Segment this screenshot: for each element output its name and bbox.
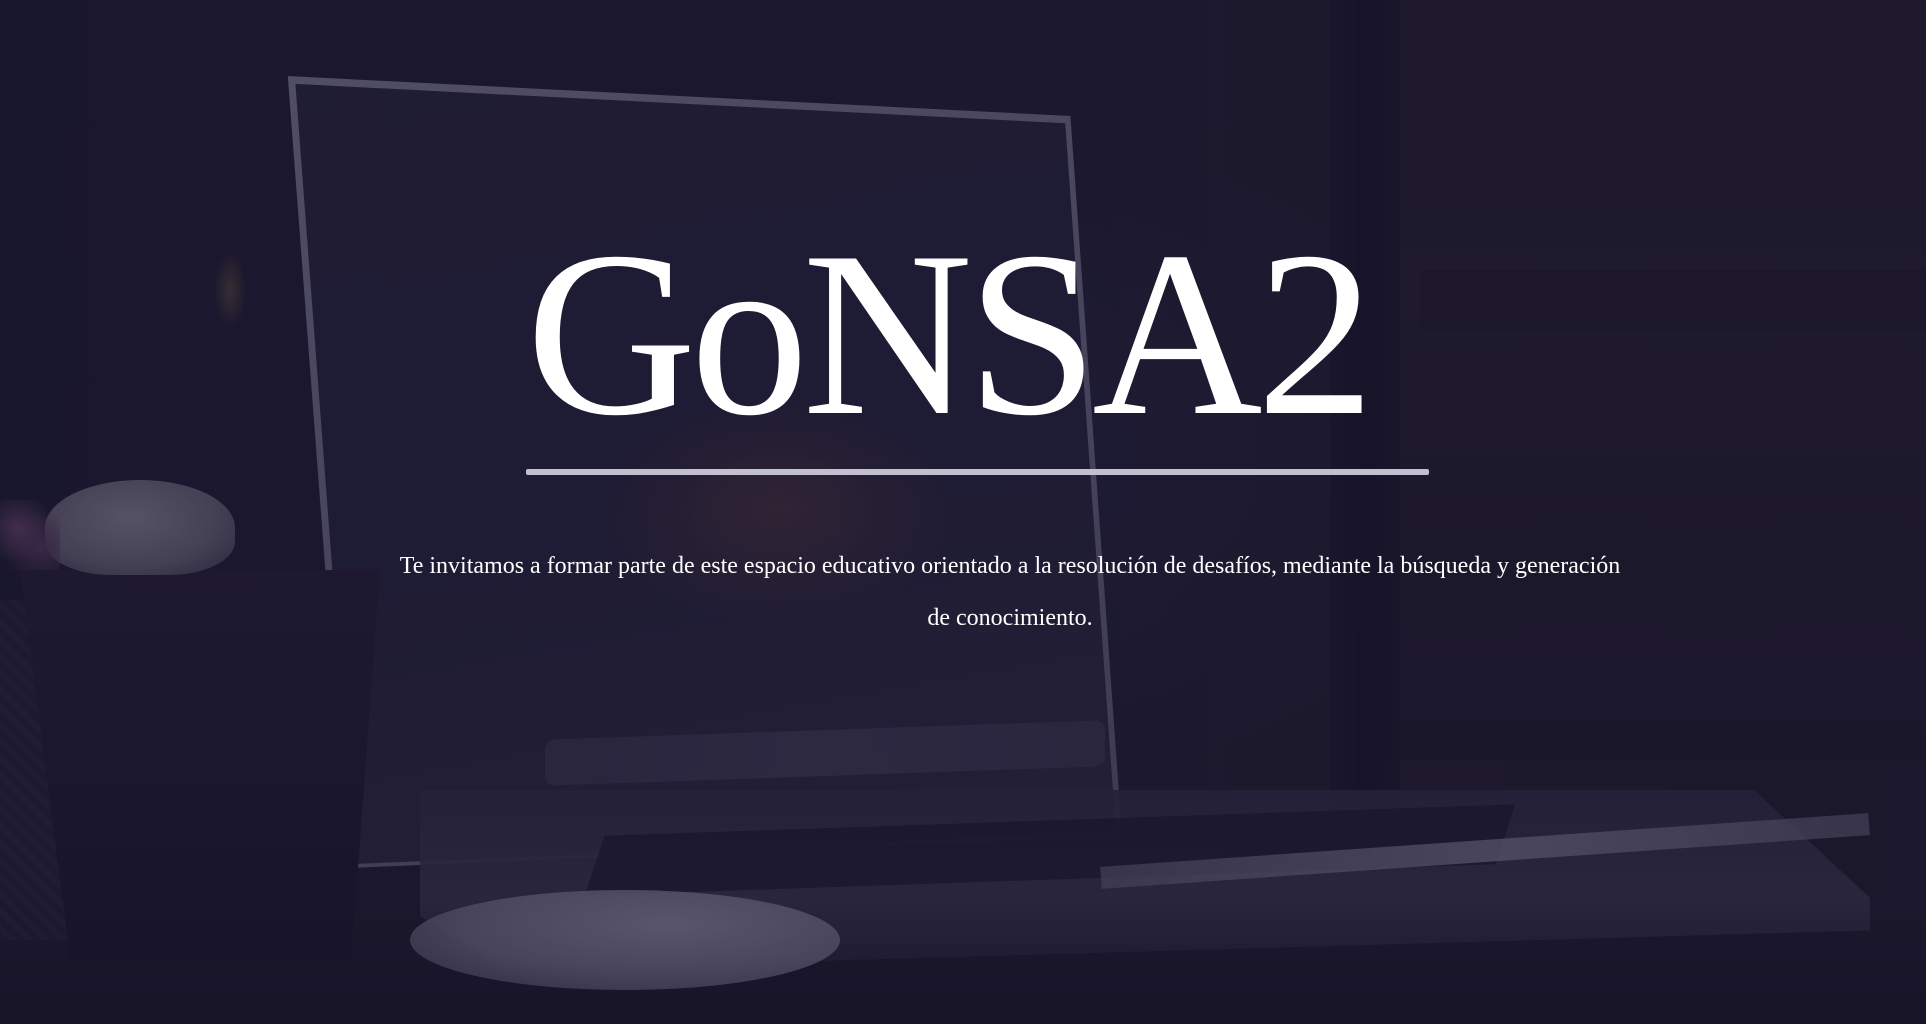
hero-content: GoNSA2 Te invitamos a formar parte de es… — [0, 0, 1926, 1024]
page-title: GoNSA2 — [526, 204, 1375, 465]
hero-description: Te invitamos a formar parte de este espa… — [399, 553, 1621, 631]
hero-section: GoNSA2 Te invitamos a formar parte de es… — [0, 0, 1926, 1024]
title-divider — [526, 469, 1429, 475]
